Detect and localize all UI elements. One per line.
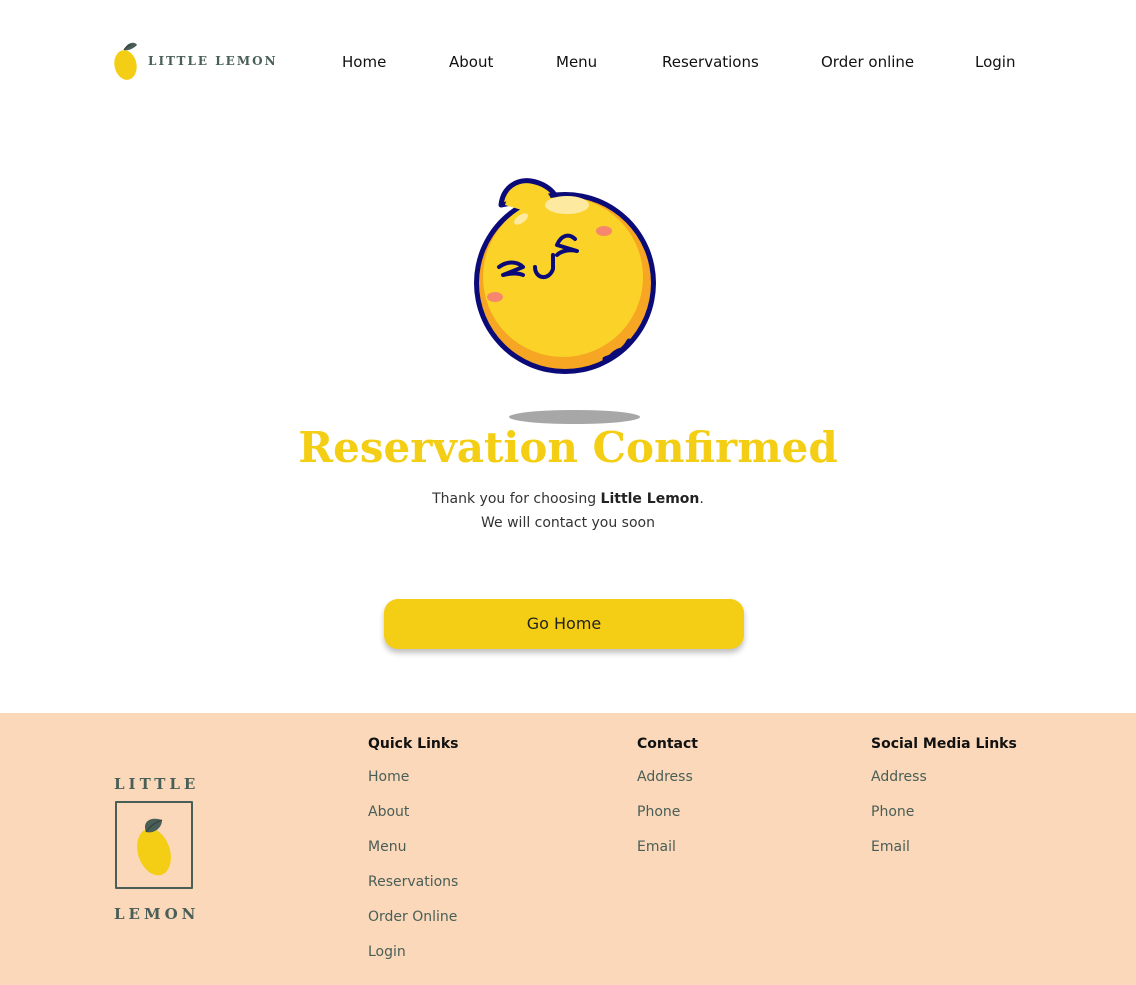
nav-login[interactable]: Login	[975, 50, 1015, 74]
message-line-2: We will contact you soon	[481, 515, 655, 531]
footer-contact: Contact Address Phone Email	[637, 735, 698, 872]
message-suffix: .	[699, 491, 704, 507]
message-line-1: Thank you for choosing Little Lemon.	[0, 487, 1136, 511]
footer-link-reservations[interactable]: Reservations	[368, 872, 458, 907]
site-header: LITTLE LEMON Home About Menu Reservation…	[0, 0, 1136, 125]
nav-order-online[interactable]: Order online	[821, 50, 914, 74]
footer-link-about[interactable]: About	[368, 802, 458, 837]
main-nav: Home About Menu Reservations Order onlin…	[0, 50, 1136, 74]
go-home-button[interactable]: Go Home	[384, 599, 744, 649]
page-title: Reservation Confirmed	[298, 423, 838, 472]
lemon-icon	[115, 801, 193, 889]
footer-link-home[interactable]: Home	[368, 767, 458, 802]
footer-logo: LITTLE LEMON	[110, 775, 200, 923]
footer-social-phone[interactable]: Phone	[871, 802, 1017, 837]
footer-logo-bottom-word: LEMON	[114, 905, 200, 923]
footer-contact-heading: Contact	[637, 736, 698, 752]
footer-link-menu[interactable]: Menu	[368, 837, 458, 872]
nav-about[interactable]: About	[449, 50, 493, 74]
footer-social-links: Social Media Links Address Phone Email	[871, 735, 1017, 872]
footer-contact-email[interactable]: Email	[637, 837, 698, 872]
footer-contact-phone[interactable]: Phone	[637, 802, 698, 837]
footer-social-address[interactable]: Address	[871, 767, 1017, 802]
footer-social-heading: Social Media Links	[871, 736, 1017, 752]
footer-quick-links-heading: Quick Links	[368, 736, 459, 752]
message-prefix: Thank you for choosing	[432, 491, 601, 507]
footer-logo-top-word: LITTLE	[114, 775, 200, 793]
footer-link-order-online[interactable]: Order Online	[368, 907, 458, 942]
footer-quick-links: Quick Links Home About Menu Reservations…	[368, 735, 458, 977]
footer-link-login[interactable]: Login	[368, 942, 458, 977]
footer-contact-address[interactable]: Address	[637, 767, 698, 802]
footer-social-email[interactable]: Email	[871, 837, 1017, 872]
nav-menu[interactable]: Menu	[556, 50, 597, 74]
nav-reservations[interactable]: Reservations	[662, 50, 759, 74]
nav-home[interactable]: Home	[342, 50, 386, 74]
smiling-lemon-illustration	[474, 178, 656, 374]
confirmation-message: Thank you for choosing Little Lemon. We …	[0, 487, 1136, 535]
message-brand: Little Lemon	[600, 491, 700, 507]
site-footer: LITTLE LEMON Quick Links Home About Menu…	[0, 713, 1136, 985]
